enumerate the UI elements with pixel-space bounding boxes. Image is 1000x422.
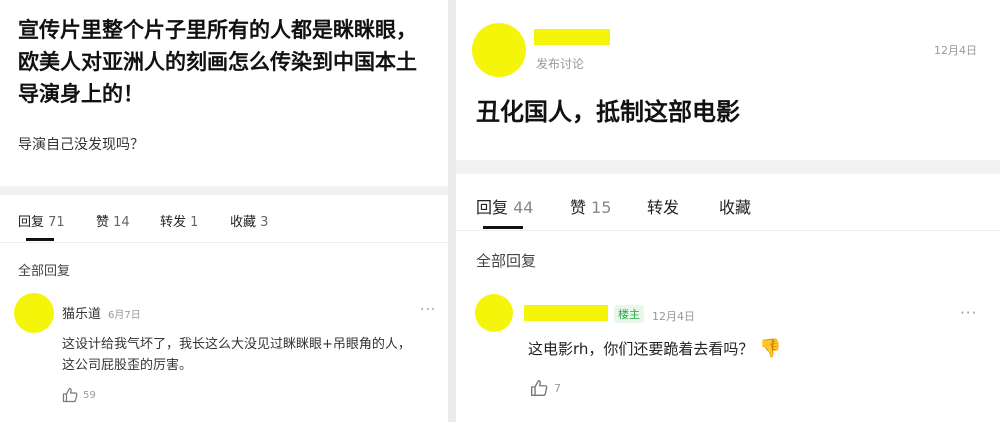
comment-like-button[interactable]: 7 xyxy=(530,379,561,397)
tab-likes[interactable]: 赞 15 xyxy=(570,194,630,218)
post-title: 宣传片里整个片子里所有的人都是眯眯眼，欧美人对亚洲人的刻画怎么传染到中国本土导演… xyxy=(18,18,417,106)
right-post-panel: 发布讨论 12月4日 丑化国人，抵制这部电影 回复 44 赞 15 转发 收藏 … xyxy=(456,0,1000,422)
tab-favorites-label: 收藏 xyxy=(230,215,257,230)
thumbs-up-icon xyxy=(530,379,548,397)
commenter-name-redacted xyxy=(524,305,608,321)
active-tab-indicator xyxy=(483,226,523,229)
comment-date: 6月7日 xyxy=(108,310,141,321)
tab-likes-label: 赞 xyxy=(570,198,587,217)
tab-replies[interactable]: 回复 71 xyxy=(18,211,80,230)
post-title: 丑化国人，抵制这部电影 xyxy=(476,98,740,126)
tab-likes-count: 15 xyxy=(591,198,612,217)
thumbs-up-icon xyxy=(62,387,78,403)
tab-divider xyxy=(456,230,1000,231)
tab-replies[interactable]: 回复 44 xyxy=(476,194,536,218)
tab-bar: 回复 71 赞 14 转发 1 收藏 3 xyxy=(18,211,290,230)
author-name-redacted xyxy=(534,29,610,45)
tab-divider xyxy=(0,242,448,243)
comment-date: 12月4日 xyxy=(652,310,695,323)
all-replies-heading: 全部回复 xyxy=(476,252,537,270)
more-options-icon[interactable]: ··· xyxy=(420,302,436,318)
comment-text: 这电影rh，你们还要跪着去看吗？ xyxy=(528,340,754,358)
post-meta: 发布讨论 xyxy=(536,57,585,71)
post-body: 导演自己没发现吗？ xyxy=(18,137,144,153)
more-options-icon[interactable]: ··· xyxy=(960,304,977,322)
comment-like-button[interactable]: 59 xyxy=(62,387,96,403)
tab-bar: 回复 44 赞 15 转发 收藏 xyxy=(476,194,769,218)
tab-likes-count: 14 xyxy=(113,215,130,230)
left-post-panel: 宣传片里整个片子里所有的人都是眯眯眼，欧美人对亚洲人的刻画怎么传染到中国本土导演… xyxy=(0,0,448,422)
avatar[interactable] xyxy=(14,293,54,333)
tab-likes-label: 赞 xyxy=(96,215,110,230)
tab-favorites-label: 收藏 xyxy=(719,198,752,217)
tab-reposts-count: 1 xyxy=(190,215,199,230)
thumbs-down-emoji: 👎 xyxy=(759,338,782,359)
comment-text: 这设计给我气坏了，我长这么大没见过眯眯眼+吊眼角的人，这公司屁股歪的厉害。 xyxy=(62,337,411,373)
tab-replies-label: 回复 xyxy=(18,215,45,230)
tab-reposts[interactable]: 转发 1 xyxy=(160,211,220,230)
comment-like-count: 59 xyxy=(83,389,96,401)
all-replies-heading: 全部回复 xyxy=(18,264,71,279)
op-badge: 楼主 xyxy=(614,305,644,323)
tab-replies-count: 44 xyxy=(513,198,534,217)
author-avatar[interactable] xyxy=(472,23,526,77)
tab-replies-label: 回复 xyxy=(476,198,509,217)
active-tab-indicator xyxy=(26,238,54,241)
comment-body: 这电影rh，你们还要跪着去看吗？ 👎 xyxy=(528,338,782,359)
section-divider xyxy=(456,160,1000,174)
commenter-avatar[interactable] xyxy=(475,294,513,332)
tab-replies-count: 71 xyxy=(48,215,65,230)
tab-reposts-label: 转发 xyxy=(160,215,187,230)
post-date: 12月4日 xyxy=(934,44,977,57)
tab-favorites[interactable]: 收藏 3 xyxy=(230,211,290,230)
tab-favorites[interactable]: 收藏 xyxy=(719,194,769,218)
comment-like-count: 7 xyxy=(554,381,561,395)
tab-reposts-label: 转发 xyxy=(647,198,680,217)
tab-likes[interactable]: 赞 14 xyxy=(96,211,160,230)
tab-favorites-count: 3 xyxy=(260,215,269,230)
section-divider xyxy=(0,186,448,195)
tab-reposts[interactable]: 转发 xyxy=(647,194,697,218)
panel-gap xyxy=(448,0,456,422)
comment-username[interactable]: 猫乐道 xyxy=(62,303,101,322)
